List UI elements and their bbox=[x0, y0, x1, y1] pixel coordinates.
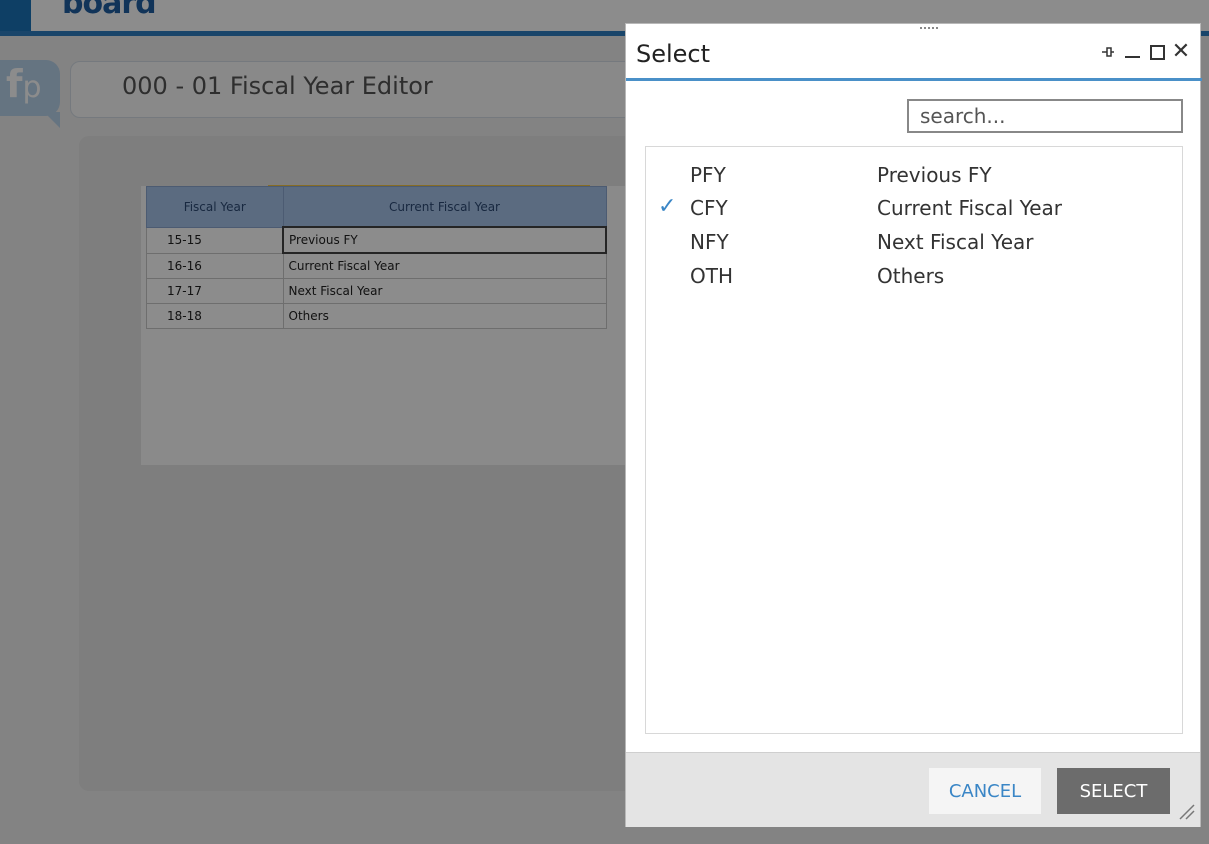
item-description: Current Fiscal Year bbox=[877, 196, 1063, 220]
maximize-icon[interactable] bbox=[1147, 42, 1167, 62]
list-item-cfy[interactable]: ✓ CFY Current Fiscal Year bbox=[646, 192, 1182, 224]
checkmark-icon: ✓ bbox=[658, 194, 677, 219]
options-list: PFY Previous FY ✓ CFY Current Fiscal Yea… bbox=[645, 146, 1183, 734]
list-item-oth[interactable]: OTH Others bbox=[646, 260, 1182, 292]
item-description: Previous FY bbox=[877, 163, 992, 187]
item-code: PFY bbox=[690, 163, 726, 187]
resize-grip-icon[interactable] bbox=[1178, 803, 1196, 821]
pin-icon-glyph bbox=[1102, 47, 1114, 57]
select-dialog: Select ✕ PFY Previous FY ✓ CFY Current F… bbox=[625, 23, 1202, 827]
title-divider bbox=[626, 78, 1202, 81]
list-item-nfy[interactable]: NFY Next Fiscal Year bbox=[646, 226, 1182, 258]
item-description: Others bbox=[877, 264, 945, 288]
item-code: OTH bbox=[690, 264, 733, 288]
drag-handle[interactable] bbox=[920, 27, 938, 29]
search-input[interactable] bbox=[907, 99, 1183, 133]
item-description: Next Fiscal Year bbox=[877, 230, 1034, 254]
item-code: NFY bbox=[690, 230, 729, 254]
dialog-title: Select bbox=[636, 40, 711, 68]
dialog-footer: CANCEL SELECT bbox=[626, 752, 1200, 827]
close-icon[interactable]: ✕ bbox=[1171, 41, 1191, 63]
cancel-button[interactable]: CANCEL bbox=[929, 768, 1041, 814]
list-item-pfy[interactable]: PFY Previous FY bbox=[646, 159, 1182, 191]
pin-icon[interactable] bbox=[1098, 42, 1118, 62]
select-button[interactable]: SELECT bbox=[1057, 768, 1170, 814]
item-code: CFY bbox=[690, 196, 728, 220]
minimize-icon[interactable] bbox=[1122, 42, 1142, 62]
